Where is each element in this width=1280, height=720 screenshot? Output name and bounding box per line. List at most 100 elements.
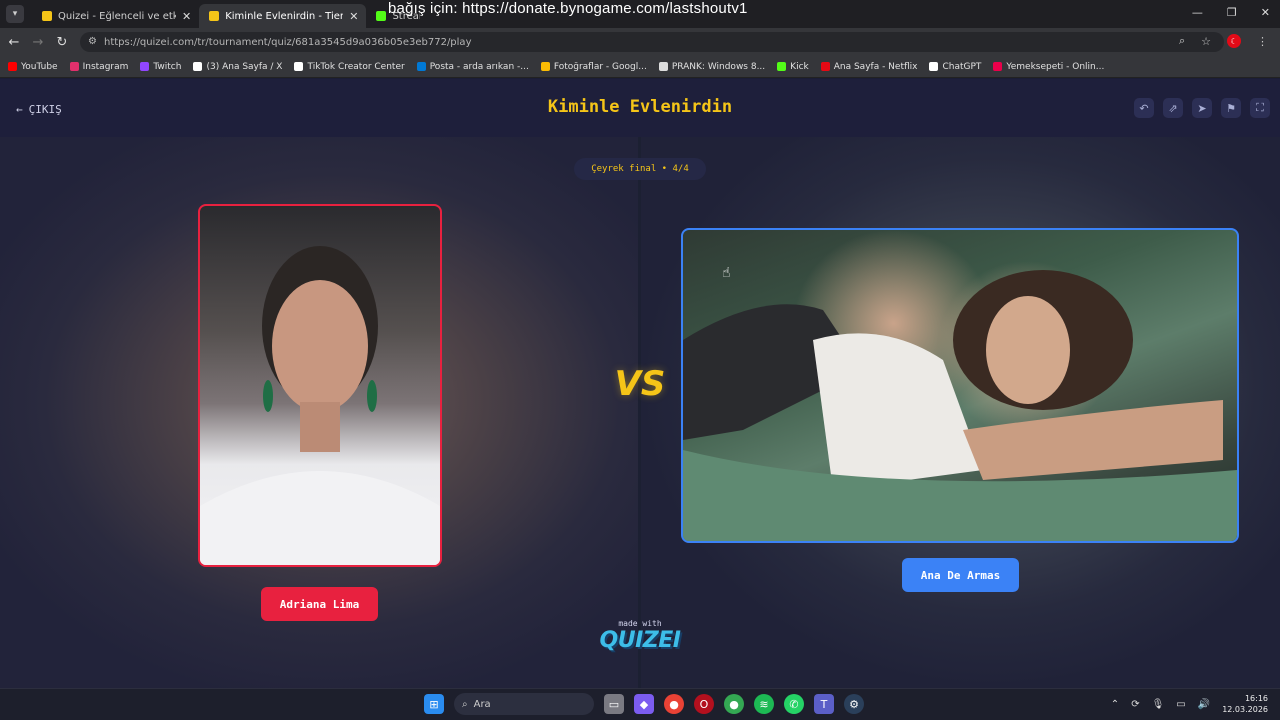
- windows-start-icon[interactable]: ⊞: [424, 694, 444, 714]
- window-controls: — ❐ ✕: [1192, 6, 1270, 19]
- bookmark-item[interactable]: Ana Sayfa - Netflix: [820, 62, 917, 72]
- bookmark-item[interactable]: ChatGPT: [929, 62, 981, 72]
- portrait-illustration: [200, 246, 440, 565]
- bookmark-label: Kick: [790, 61, 809, 72]
- quiz-header: ← ÇIKIŞ Kiminle Evlenirdin ↶ ⇗ ➤ ⚑ ⛶: [0, 79, 1280, 137]
- round-indicator: Çeyrek final • 4/4: [574, 158, 706, 180]
- made-with-label: made with: [618, 619, 662, 628]
- bookmark-item[interactable]: Instagram: [69, 61, 129, 72]
- portrait-illustration: [683, 270, 1237, 541]
- browser-tab-kiminle-evlenirdin[interactable]: Kiminle Evlenirdin - Tier List, Kı ✕: [199, 4, 367, 28]
- bookmark-label: TikTok Creator Center: [307, 61, 405, 72]
- close-tab-icon[interactable]: ✕: [349, 10, 358, 23]
- quiz-page: ← ÇIKIŞ Kiminle Evlenirdin ↶ ⇗ ➤ ⚑ ⛶ Çey…: [0, 79, 1280, 688]
- bookmark-label: (3) Ana Sayfa / X: [206, 61, 283, 72]
- mouse-cursor-icon: ☝: [722, 265, 731, 281]
- clock-date: 12.03.2026: [1222, 705, 1268, 714]
- versus-badge: VS: [614, 364, 666, 404]
- send-icon[interactable]: ➤: [1192, 98, 1212, 118]
- tab-title: Kiminle Evlenirdin - Tier List, Kı: [225, 10, 344, 22]
- bookmark-favicon-icon: [929, 62, 939, 71]
- bookmark-label: ChatGPT: [942, 61, 982, 72]
- address-bar-row: ← → ↻ ⚙ https://quizei.com/tr/tournament…: [0, 28, 1280, 56]
- chrome-profile-icon[interactable]: ●: [724, 694, 744, 714]
- bookmark-favicon-icon: [140, 62, 150, 71]
- bookmark-label: Twitch: [153, 61, 182, 72]
- browser-tab-bar: ▾ Quizei - Eğlenceli ve etkileşimli ✕ Ki…: [0, 0, 1280, 28]
- address-bar-actions: ⌕ ☆ ☾ ⋮: [1179, 34, 1268, 48]
- flag-icon[interactable]: ⚑: [1221, 98, 1241, 118]
- opera-icon[interactable]: O: [694, 694, 714, 714]
- bookmarks-bar: YouTube Instagram Twitch (3) Ana Sayfa / X T…: [0, 56, 1280, 78]
- left-contestant-photo[interactable]: [198, 204, 442, 567]
- microphone-icon[interactable]: 🎙: [1152, 699, 1165, 710]
- bookmark-label: Instagram: [82, 61, 129, 72]
- bookmark-item[interactable]: YouTube: [8, 62, 58, 72]
- tab-search-button[interactable]: ▾: [6, 5, 24, 23]
- copilot-icon[interactable]: ◆: [634, 694, 654, 714]
- bookmark-item[interactable]: TikTok Creator Center: [294, 61, 405, 72]
- bookmark-favicon-icon: [820, 62, 830, 71]
- search-placeholder: Ara: [473, 698, 491, 710]
- restore-icon[interactable]: ❐: [1227, 6, 1237, 19]
- fullscreen-icon[interactable]: ⛶: [1250, 98, 1270, 118]
- file-explorer-icon[interactable]: ▭: [604, 694, 624, 714]
- bookmark-item[interactable]: Fotoğraflar - Googl...: [540, 62, 647, 72]
- bookmark-label: PRANK: Windows 8...: [671, 61, 766, 72]
- bookmark-item[interactable]: Posta - arda arıkan -...: [416, 61, 529, 72]
- close-tab-icon[interactable]: ✕: [182, 10, 191, 23]
- vote-right-button[interactable]: Ana De Armas: [902, 558, 1019, 592]
- clock[interactable]: 16:16 12.03.2026: [1222, 693, 1268, 715]
- sync-icon[interactable]: ⟳: [1131, 699, 1139, 710]
- url-text: https://quizei.com/tr/tournament/quiz/68…: [104, 36, 472, 48]
- share-icon[interactable]: ⇗: [1163, 98, 1183, 118]
- bookmark-item[interactable]: Yemeksepeti - Onlin...: [993, 62, 1104, 72]
- reload-icon[interactable]: ↻: [50, 35, 74, 50]
- bookmark-favicon-icon: [294, 62, 304, 71]
- windows-taskbar: ⊞ ⌕ Ara ▭ ◆ ● O ● ≋ ✆ T ⚙ ⌃ ⟳ 🎙 ▭ 🔊 16:1…: [0, 688, 1280, 720]
- search-icon: ⌕: [462, 698, 468, 710]
- browser-tab-quizei[interactable]: Quizei - Eğlenceli ve etkileşimli ✕: [32, 4, 199, 28]
- bookmark-label: Posta - arda arıkan -...: [429, 61, 529, 72]
- teams-icon[interactable]: T: [814, 694, 834, 714]
- bookmark-label: YouTube: [21, 61, 58, 72]
- browser-menu-icon[interactable]: ⋮: [1257, 35, 1268, 48]
- taskbar-apps: ⊞ ⌕ Ara ▭ ◆ ● O ● ≋ ✆ T ⚙: [424, 693, 864, 715]
- taskbar-search[interactable]: ⌕ Ara: [454, 693, 594, 715]
- volume-icon[interactable]: 🔊: [1198, 699, 1210, 710]
- spotify-icon[interactable]: ≋: [754, 694, 774, 714]
- bookmark-star-icon[interactable]: ☆: [1201, 35, 1211, 48]
- quizei-favicon-icon: [209, 11, 220, 21]
- bookmark-item[interactable]: PRANK: Windows 8...: [658, 61, 766, 72]
- bookmark-item[interactable]: (3) Ana Sayfa / X: [193, 62, 282, 72]
- bookmark-favicon-icon: [69, 62, 79, 71]
- minimize-icon[interactable]: —: [1192, 6, 1203, 19]
- system-tray: ⌃ ⟳ 🎙 ▭ 🔊 16:16 12.03.2026: [1111, 693, 1268, 715]
- forward-icon[interactable]: →: [26, 35, 50, 50]
- bookmark-label: Yemeksepeti - Onlin...: [1006, 61, 1105, 72]
- bookmark-item[interactable]: Kick: [777, 62, 809, 72]
- clock-time: 16:16: [1244, 694, 1268, 703]
- bookmark-item[interactable]: Twitch: [140, 62, 181, 72]
- bookmark-favicon-icon: [193, 62, 203, 71]
- chevron-up-icon[interactable]: ⌃: [1111, 699, 1119, 710]
- undo-icon[interactable]: ↶: [1134, 98, 1154, 118]
- url-field[interactable]: ⚙ https://quizei.com/tr/tournament/quiz/…: [80, 32, 1224, 52]
- center-divider: [638, 137, 641, 688]
- site-info-icon[interactable]: ⚙: [88, 36, 97, 47]
- close-window-icon[interactable]: ✕: [1261, 6, 1270, 19]
- made-with-branding[interactable]: made with QUIZEI: [590, 619, 690, 653]
- bookmark-favicon-icon: [658, 62, 668, 71]
- zoom-icon[interactable]: ⌕: [1179, 34, 1185, 48]
- bookmark-favicon-icon: [540, 62, 550, 71]
- right-contestant-photo[interactable]: [681, 228, 1239, 543]
- chrome-icon[interactable]: ●: [664, 694, 684, 714]
- display-icon[interactable]: ▭: [1176, 699, 1185, 710]
- back-icon[interactable]: ←: [2, 35, 26, 50]
- steam-icon[interactable]: ⚙: [844, 694, 864, 714]
- bookmark-favicon-icon: [777, 62, 787, 71]
- bookmark-favicon-icon: [993, 62, 1003, 71]
- whatsapp-icon[interactable]: ✆: [784, 694, 804, 714]
- turkey-flag-icon[interactable]: ☾: [1227, 34, 1241, 48]
- vote-left-button[interactable]: Adriana Lima: [261, 587, 378, 621]
